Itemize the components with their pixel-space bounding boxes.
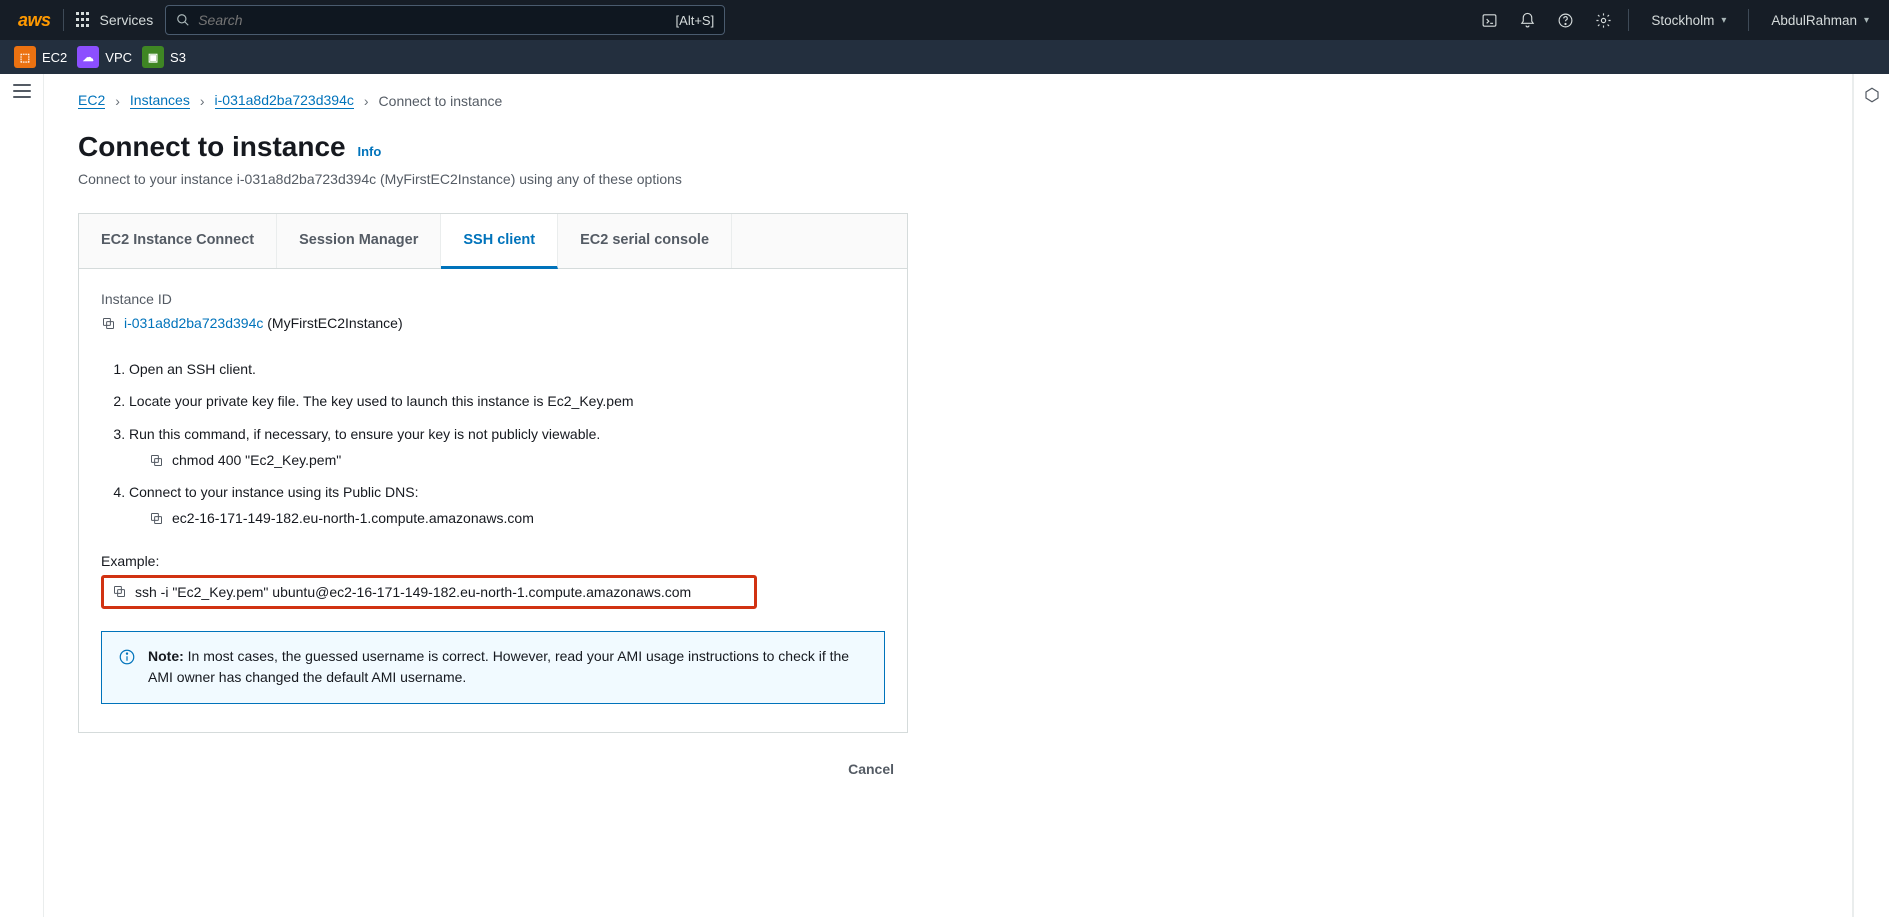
ssh-step-4: Connect to your instance using its Publi… [129, 476, 885, 535]
right-panel-toggle[interactable] [1853, 74, 1889, 917]
search-shortcut: [Alt+S] [676, 13, 715, 28]
breadcrumb: EC2 › Instances › i-031a8d2ba723d394c › … [78, 92, 1818, 109]
services-menu-button[interactable]: Services [76, 12, 154, 28]
help-button[interactable] [1552, 7, 1578, 33]
footer-actions: Cancel [78, 733, 908, 785]
global-search[interactable]: [Alt+S] [165, 5, 725, 35]
chevron-right-icon: › [364, 93, 369, 109]
cloudshell-icon [1481, 12, 1498, 29]
top-navbar: aws Services [Alt+S] Stockholm AbdulRahm… [0, 0, 1889, 40]
tab-session-manager[interactable]: Session Manager [277, 214, 441, 268]
copy-icon[interactable] [101, 316, 116, 331]
search-icon [176, 13, 190, 27]
settings-button[interactable] [1590, 7, 1616, 33]
cloudshell-button[interactable] [1476, 7, 1502, 33]
grid-icon [76, 12, 92, 28]
note-box: Note: In most cases, the guessed usernam… [101, 631, 885, 704]
tab-serial-console[interactable]: EC2 serial console [558, 214, 732, 268]
copy-icon[interactable] [149, 453, 164, 468]
tab-ec2-connect[interactable]: EC2 Instance Connect [79, 214, 277, 268]
ec2-icon: ⬚ [14, 46, 36, 68]
instance-id-label: Instance ID [101, 291, 885, 307]
chevron-right-icon: › [115, 93, 120, 109]
pinned-ec2[interactable]: ⬚ EC2 [14, 46, 67, 68]
ssh-tab-body: Instance ID i-031a8d2ba723d394c (MyFirst… [79, 269, 907, 732]
copy-icon[interactable] [112, 584, 127, 599]
aws-logo[interactable]: aws [18, 10, 51, 31]
ssh-step-3: Run this command, if necessary, to ensur… [129, 418, 885, 477]
breadcrumb-instance-id[interactable]: i-031a8d2ba723d394c [215, 92, 354, 109]
instance-name: (MyFirstEC2Instance) [263, 315, 402, 331]
breadcrumb-instances[interactable]: Instances [130, 92, 190, 109]
example-ssh-command: ssh -i "Ec2_Key.pem" ubuntu@ec2-16-171-1… [101, 575, 757, 609]
main-content: EC2 › Instances › i-031a8d2ba723d394c › … [44, 74, 1853, 917]
vpc-icon: ☁ [77, 46, 99, 68]
tab-ssh-client[interactable]: SSH client [441, 214, 558, 269]
connect-tabs: EC2 Instance Connect Session Manager SSH… [79, 214, 907, 269]
hamburger-icon [13, 84, 31, 98]
account-menu[interactable]: AbdulRahman [1761, 13, 1879, 28]
cancel-button[interactable]: Cancel [834, 753, 908, 785]
nav-divider [1748, 9, 1749, 31]
page-subtitle: Connect to your instance i-031a8d2ba723d… [78, 171, 1818, 187]
pinned-s3[interactable]: ▣ S3 [142, 46, 186, 68]
info-link[interactable]: Info [357, 144, 381, 159]
pinned-label: VPC [105, 50, 132, 65]
connect-panel: EC2 Instance Connect Session Manager SSH… [78, 213, 908, 733]
copy-icon[interactable] [149, 511, 164, 526]
left-panel-toggle[interactable] [0, 74, 44, 917]
ssh-step-1: Open an SSH client. [129, 353, 885, 385]
instance-id-link[interactable]: i-031a8d2ba723d394c [124, 315, 263, 331]
chmod-command: chmod 400 "Ec2_Key.pem" [172, 450, 341, 470]
pinned-services-bar: ⬚ EC2 ☁ VPC ▣ S3 [0, 40, 1889, 74]
s3-icon: ▣ [142, 46, 164, 68]
note-text: In most cases, the guessed username is c… [148, 648, 849, 686]
pinned-label: EC2 [42, 50, 67, 65]
region-selector[interactable]: Stockholm [1641, 13, 1736, 28]
breadcrumb-ec2[interactable]: EC2 [78, 92, 105, 109]
pinned-vpc[interactable]: ☁ VPC [77, 46, 132, 68]
ssh-step-2: Locate your private key file. The key us… [129, 385, 885, 417]
public-dns: ec2-16-171-149-182.eu-north-1.compute.am… [172, 508, 534, 528]
chevron-right-icon: › [200, 93, 205, 109]
nav-divider [1628, 9, 1629, 31]
hexagon-icon [1863, 86, 1881, 104]
ssh-steps: Open an SSH client. Locate your private … [129, 353, 885, 535]
gear-icon [1595, 12, 1612, 29]
search-input[interactable] [198, 12, 675, 28]
services-label: Services [100, 12, 154, 28]
nav-divider [63, 9, 64, 31]
help-icon [1557, 12, 1574, 29]
note-label: Note: [148, 648, 184, 664]
bell-icon [1519, 12, 1536, 29]
info-icon [118, 648, 136, 666]
notifications-button[interactable] [1514, 7, 1540, 33]
example-label: Example: [101, 553, 885, 569]
example-command-text: ssh -i "Ec2_Key.pem" ubuntu@ec2-16-171-1… [135, 584, 691, 600]
page-title: Connect to instance [78, 131, 346, 162]
pinned-label: S3 [170, 50, 186, 65]
breadcrumb-current: Connect to instance [379, 93, 503, 109]
